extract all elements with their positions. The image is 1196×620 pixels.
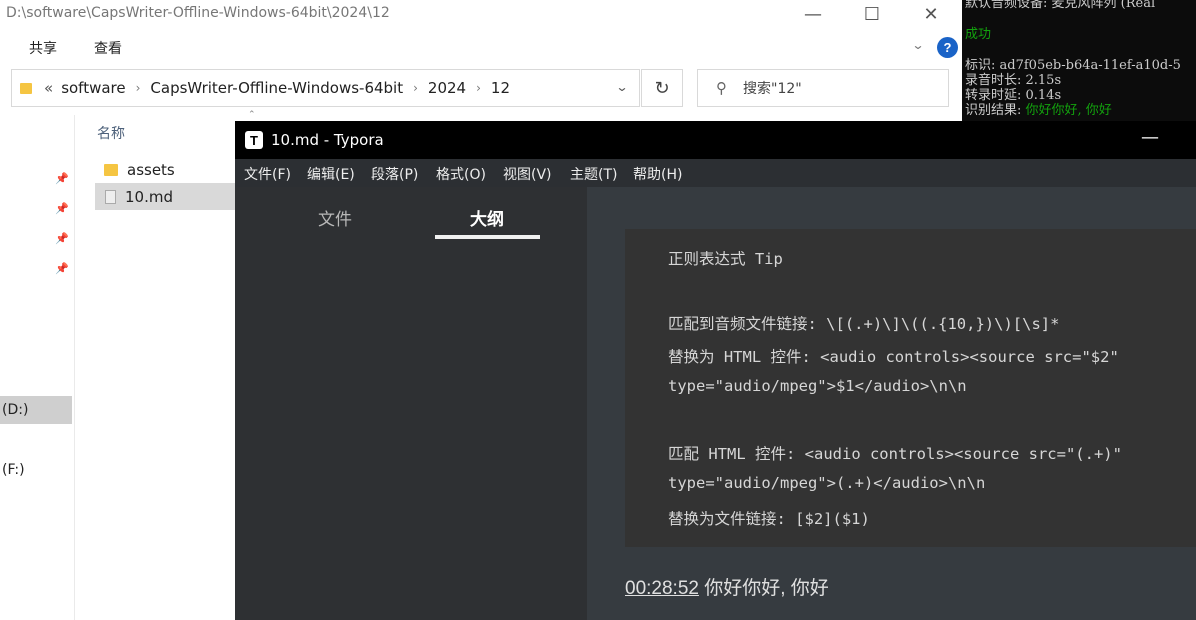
menu-edit[interactable]: 编辑(E) xyxy=(307,164,355,184)
code-line: type="audio/mpeg">(.+)</audio>\n\n xyxy=(668,474,986,492)
file-name: assets xyxy=(127,160,175,179)
window-title: D:\software\CapsWriter-Offline-Windows-6… xyxy=(6,5,390,21)
typora-logo-icon: T xyxy=(245,131,263,149)
drive-label: (D:) xyxy=(2,402,29,418)
tab-files[interactable]: 文件 xyxy=(318,205,352,230)
menu-file[interactable]: 文件(F) xyxy=(244,164,291,184)
nav-drive-f[interactable]: (F:) xyxy=(0,462,25,478)
code-line: 匹配 HTML 控件: <audio controls><source src=… xyxy=(668,445,1122,463)
column-header-name[interactable]: 名称 xyxy=(97,123,125,143)
code-line: 匹配到音频文件链接: \[(.+)\]\((.{10,})\)[\s]* xyxy=(668,315,1060,333)
nav-drive-d[interactable]: (D:) xyxy=(0,396,72,424)
address-bar[interactable]: « software › CapsWriter-Offline-Windows-… xyxy=(11,69,640,107)
maximize-button[interactable]: ☐ xyxy=(843,0,901,28)
typora-window: T 10.md - Typora — 文件(F) 编辑(E) 段落(P) 格式(… xyxy=(235,121,1196,620)
terminal-result-line: 识别结果: 你好你好, 你好 xyxy=(965,99,1112,118)
result-label: 识别结果: xyxy=(965,103,1026,118)
help-button[interactable]: ? xyxy=(937,37,958,58)
search-placeholder: 搜索"12" xyxy=(743,81,802,97)
breadcrumb-software[interactable]: software xyxy=(57,79,129,97)
file-row[interactable]: assets xyxy=(95,156,175,183)
ribbon-tab-view[interactable]: 查看 xyxy=(94,38,122,58)
search-box[interactable]: ⚲ 搜索"12" xyxy=(697,69,949,107)
breadcrumb-overflow[interactable]: « xyxy=(44,79,57,97)
menu-bar: 文件(F) 编辑(E) 段落(P) 格式(O) 视图(V) 主题(T) 帮助(H… xyxy=(235,159,1196,187)
pin-icon[interactable]: 📌 xyxy=(55,202,69,215)
code-block[interactable]: 正则表达式 Tip 匹配到音频文件链接: \[(.+)\]\((.{10,})\… xyxy=(625,229,1196,547)
pin-icon[interactable]: 📌 xyxy=(55,172,69,185)
code-line: 替换为 HTML 控件: <audio controls><source src… xyxy=(668,348,1119,366)
tab-outline[interactable]: 大纲 xyxy=(470,205,504,230)
menu-view[interactable]: 视图(V) xyxy=(503,164,552,184)
ribbon-expand-icon[interactable]: ⌄ xyxy=(911,38,924,52)
menu-paragraph[interactable]: 段落(P) xyxy=(371,164,418,184)
markdown-file-icon xyxy=(105,189,116,204)
code-line: type="audio/mpeg">$1</audio>\n\n xyxy=(668,377,967,395)
pin-icon[interactable]: 📌 xyxy=(55,232,69,245)
breadcrumb-2024[interactable]: 2024 xyxy=(424,79,470,97)
search-icon: ⚲ xyxy=(716,79,727,97)
refresh-button[interactable]: ↻ xyxy=(641,69,683,107)
ribbon-tab-share[interactable]: 共享 xyxy=(29,38,57,58)
chevron-down-icon[interactable]: ⌄ xyxy=(615,80,628,94)
terminal-window: 默认音频设备: 麦克风阵列 (Real 成功 标识: ad7f05eb-b64a… xyxy=(962,0,1196,122)
file-row[interactable]: 10.md xyxy=(95,183,237,210)
minimize-button[interactable]: — xyxy=(784,0,842,28)
terminal-line: 成功 xyxy=(965,27,992,42)
chevron-right-icon[interactable]: › xyxy=(407,81,424,95)
pin-icon[interactable]: 📌 xyxy=(55,262,69,275)
paragraph[interactable]: 00:28:52 你好你好, 你好 xyxy=(625,573,829,600)
close-button[interactable]: ✕ xyxy=(902,0,960,28)
breadcrumb-12[interactable]: 12 xyxy=(487,79,514,97)
menu-theme[interactable]: 主题(T) xyxy=(570,164,617,184)
chevron-right-icon[interactable]: › xyxy=(470,81,487,95)
result-text: 你好你好, 你好 xyxy=(1025,103,1112,118)
title-bar[interactable]: T 10.md - Typora — xyxy=(235,121,1196,159)
drive-label: (F:) xyxy=(2,462,25,478)
paragraph-text: 你好你好, 你好 xyxy=(698,578,829,599)
breadcrumb-capswriter[interactable]: CapsWriter-Offline-Windows-64bit xyxy=(146,79,407,97)
minimize-button[interactable]: — xyxy=(1141,127,1159,148)
menu-help[interactable]: 帮助(H) xyxy=(633,164,682,184)
terminal-line: 默认音频设备: 麦克风阵列 (Real xyxy=(965,0,1156,11)
sort-caret-icon: ⌃ xyxy=(248,110,256,120)
folder-icon xyxy=(20,82,32,94)
window-title: 10.md - Typora xyxy=(271,131,384,149)
navigation-pane: 📌 📌 📌 📌 (D:) (F:) xyxy=(0,115,75,620)
menu-format[interactable]: 格式(O) xyxy=(436,164,486,184)
chevron-right-icon[interactable]: › xyxy=(130,81,147,95)
file-name: 10.md xyxy=(125,187,173,206)
editor-area[interactable]: 正则表达式 Tip 匹配到音频文件链接: \[(.+)\]\((.{10,})\… xyxy=(587,187,1196,620)
code-line: 正则表达式 Tip xyxy=(668,250,783,268)
timestamp-link[interactable]: 00:28:52 xyxy=(625,578,699,599)
active-tab-indicator xyxy=(435,235,540,239)
code-line: 替换为文件链接: [$2]($1) xyxy=(668,510,870,528)
sidebar: 文件 大纲 xyxy=(235,187,587,620)
folder-icon xyxy=(104,163,118,176)
